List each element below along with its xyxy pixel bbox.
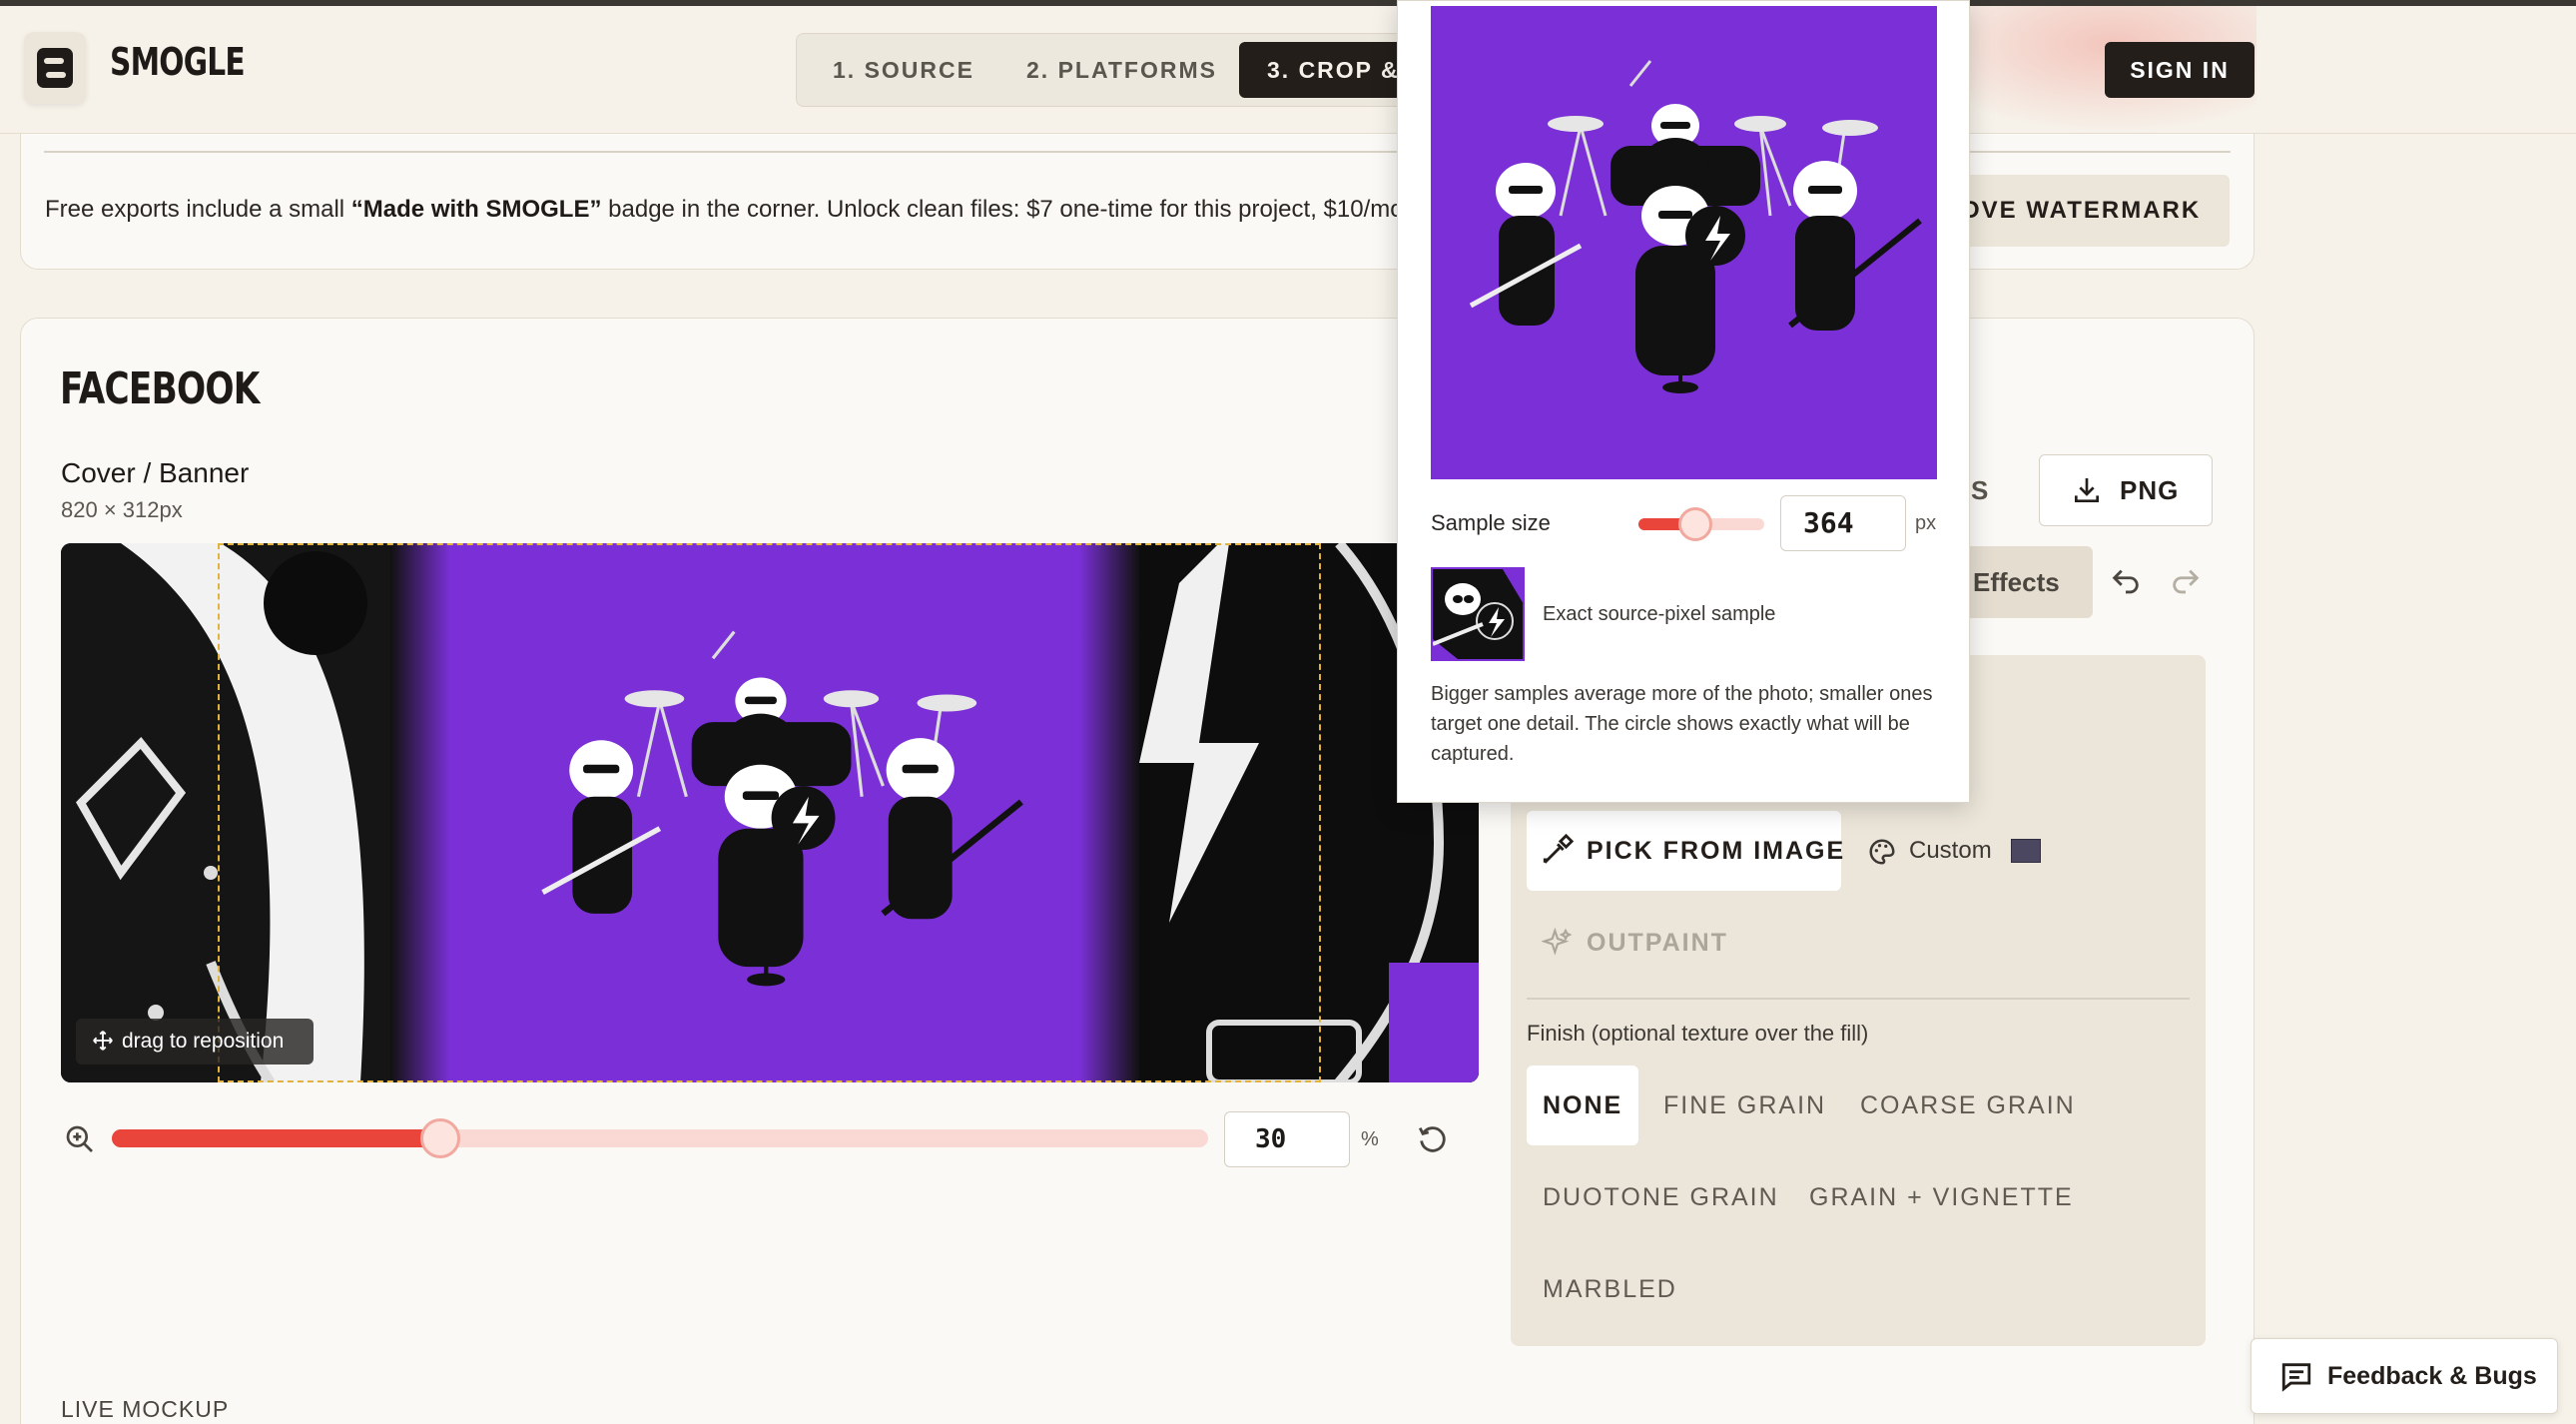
platform-title: FACEBOOK [60, 363, 260, 414]
move-icon [93, 1031, 113, 1051]
undo-icon[interactable] [2109, 565, 2143, 599]
logo[interactable] [24, 32, 86, 104]
zoom-slider-fill [112, 1129, 440, 1147]
png-download-button[interactable]: PNG [2039, 454, 2213, 526]
live-mockup-heading: LIVE MOCKUP [61, 1396, 230, 1422]
watermark-text-suffix: badge in the corner. Unlock clean files:… [601, 196, 1411, 223]
sample-size-slider-handle[interactable] [1678, 507, 1712, 541]
custom-color-swatch[interactable] [2011, 839, 2041, 863]
sample-thumbnail [1431, 567, 1525, 661]
png-label: PNG [2120, 475, 2180, 505]
zoom-in-icon [66, 1125, 93, 1152]
sample-thumbnail-image [1433, 569, 1523, 659]
custom-color-label[interactable]: Custom [1909, 837, 1992, 865]
reset-icon[interactable] [1416, 1122, 1450, 1156]
sample-size-input[interactable]: 364 [1780, 495, 1906, 551]
step-nav: 1. SOURCE 2. PLATFORMS 3. CROP & [796, 33, 1419, 107]
sparkles-icon [1542, 927, 1573, 956]
finish-coarse-grain[interactable]: COARSE GRAIN [1844, 1066, 2092, 1145]
logo-icon [37, 48, 73, 88]
palette-icon[interactable] [1867, 837, 1897, 867]
finish-duotone-grain[interactable]: DUOTONE GRAIN [1527, 1157, 1795, 1237]
finish-fine-grain[interactable]: FINE GRAIN [1647, 1066, 1842, 1145]
finish-none[interactable]: NONE [1527, 1066, 1639, 1145]
finish-marbled[interactable]: MARBLED [1527, 1249, 1693, 1329]
download-icon [2075, 478, 2099, 502]
sampler-preview-image[interactable] [1431, 6, 1937, 479]
format-name: Cover / Banner [61, 457, 250, 488]
outpaint-button[interactable]: OUTPAINT [1587, 929, 1728, 958]
sample-size-unit: px [1915, 512, 1937, 534]
zoom-slider-handle[interactable] [420, 1118, 460, 1158]
tab-fragment[interactable]: S [1971, 475, 1988, 506]
watermark-notice: Free exports include a small “Made with … [45, 196, 1410, 224]
watermark-text-prefix: Free exports include a small [45, 196, 351, 223]
chat-icon [2281, 1363, 2311, 1392]
zoom-input[interactable]: 30 [1224, 1111, 1350, 1167]
sampler-help-text: Bigger samples average more of the photo… [1431, 683, 1933, 765]
step-platforms[interactable]: 2. PLATFORMS [1026, 34, 1217, 106]
format-size: 820 × 312px [61, 497, 183, 522]
eyedropper-icon [1543, 833, 1575, 864]
drag-hint[interactable]: drag to reposition [76, 1019, 314, 1065]
sample-caption: Exact source-pixel sample [1543, 603, 1776, 625]
brand-name: SMOGLE [110, 40, 246, 84]
band-image [1431, 6, 1937, 479]
drag-hint-label: drag to reposition [122, 1030, 285, 1053]
finish-label: Finish (optional texture over the fill) [1527, 1021, 1869, 1046]
divider [1527, 998, 2190, 1000]
sign-in-button[interactable]: SIGN IN [2105, 42, 2254, 98]
redo-icon[interactable] [2169, 565, 2203, 599]
step-source[interactable]: 1. SOURCE [833, 34, 974, 106]
zoom-unit: % [1361, 1128, 1379, 1150]
finish-grain-vignette[interactable]: GRAIN + VIGNETTE [1793, 1157, 2090, 1237]
sample-size-label: Sample size [1431, 510, 1551, 535]
crop-frame[interactable] [218, 543, 1321, 1082]
watermark-badge-name: “Made with SMOGLE” [350, 196, 602, 223]
step-crop[interactable]: 3. CROP & [1239, 42, 1419, 98]
